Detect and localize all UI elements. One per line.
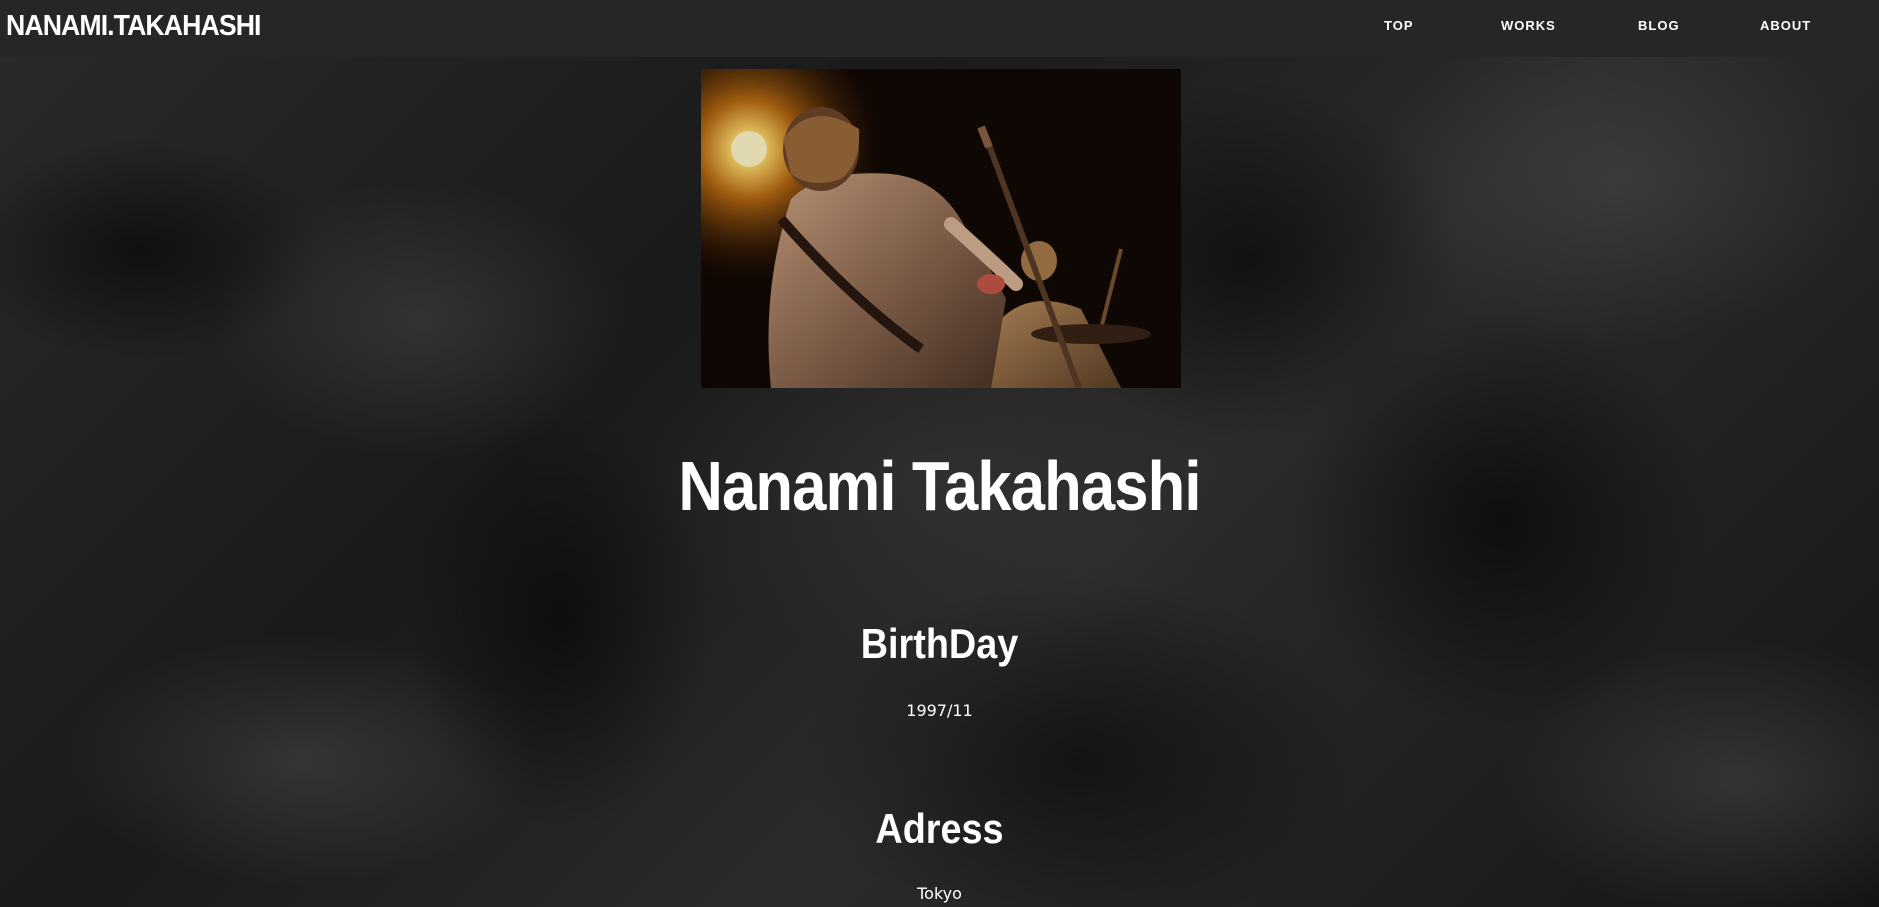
address-value: Tokyo	[917, 884, 962, 903]
top-navigation-bar: NANAMI.TAKAHASHI TOP WORKS BLOG ABOUT	[0, 0, 1879, 57]
nav-link-top[interactable]: TOP	[1384, 18, 1414, 33]
address-heading: Adress	[875, 805, 1004, 852]
nav-link-blog[interactable]: BLOG	[1638, 18, 1680, 33]
birthday-value: 1997/11	[906, 701, 973, 720]
profile-name-heading: Nanami Takahashi	[678, 447, 1201, 525]
profile-photo	[701, 69, 1181, 388]
nav-link-about[interactable]: ABOUT	[1760, 18, 1811, 33]
site-logo-link[interactable]: NANAMI.TAKAHASHI	[6, 10, 261, 43]
nav-link-works[interactable]: WORKS	[1501, 18, 1556, 33]
birthday-heading: BirthDay	[860, 620, 1019, 667]
